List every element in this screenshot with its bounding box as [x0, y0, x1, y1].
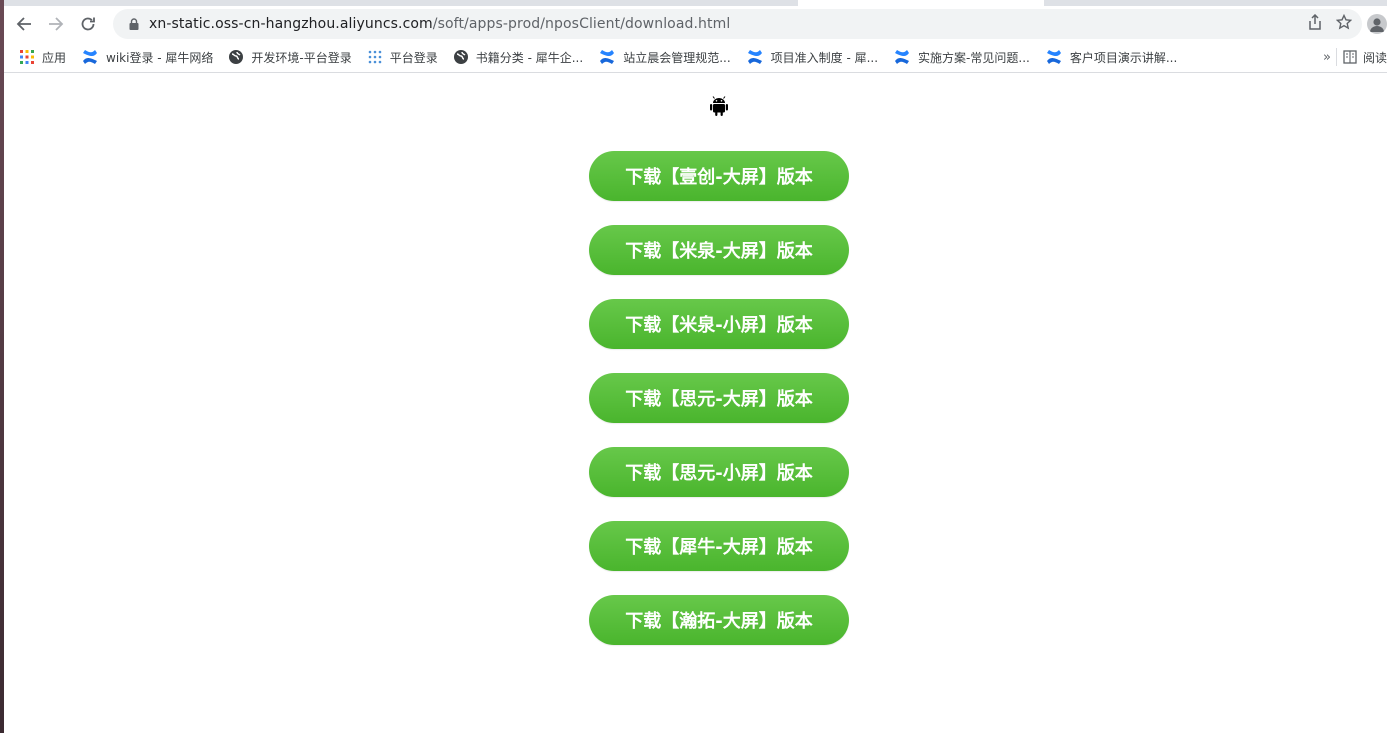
bookmark-label: 书籍分类 - 犀牛企... [475, 50, 584, 65]
reload-icon [81, 17, 95, 31]
bookmarks-separator [1336, 48, 1337, 66]
confluence-icon [599, 49, 615, 65]
bookmark-apps[interactable]: 应用 [12, 45, 74, 69]
download-button-xiniu-large[interactable]: 下载【犀牛-大屏】版本 [589, 521, 849, 571]
bookmark-label: 平台登录 [389, 50, 438, 65]
arrow-right-icon [49, 17, 64, 31]
back-button[interactable] [8, 8, 40, 40]
bookmark-book-categories[interactable]: 书籍分类 - 犀牛企... [446, 45, 591, 69]
confluence-icon [1046, 49, 1062, 65]
bookmark-label: 应用 [42, 50, 67, 65]
download-button-siyuan-large[interactable]: 下载【思元-大屏】版本 [589, 373, 849, 423]
profile-avatar-icon[interactable] [1367, 14, 1387, 34]
bookmark-standup-rules[interactable]: 站立晨会管理规范... [591, 45, 738, 69]
address-bar[interactable]: xn-static.oss-cn-hangzhou.aliyuncs.com/s… [113, 9, 1362, 39]
confluence-icon [894, 49, 910, 65]
globe-icon [453, 50, 468, 64]
bookmark-platform-login[interactable]: 平台登录 [360, 45, 446, 69]
confluence-icon [82, 49, 98, 65]
bookmark-star-icon[interactable] [1335, 13, 1353, 34]
reading-list-button[interactable]: 阅读 [1343, 45, 1387, 69]
forward-button[interactable] [40, 8, 72, 40]
bookmark-label: wiki登录 - 犀牛网络 [106, 50, 214, 65]
download-button-siyuan-small[interactable]: 下载【思元-小屏】版本 [589, 447, 849, 497]
download-button-hantuo-large[interactable]: 下载【瀚拓-大屏】版本 [589, 595, 849, 645]
bookmark-wiki-login[interactable]: wiki登录 - 犀牛网络 [74, 45, 221, 69]
dots-grid-icon [368, 50, 382, 64]
confluence-icon [747, 49, 763, 65]
download-button-miquan-large[interactable]: 下载【米泉-大屏】版本 [589, 225, 849, 275]
url-path: /soft/apps-prod/nposClient/download.html [432, 16, 731, 32]
download-button-miquan-small[interactable]: 下载【米泉-小屏】版本 [589, 299, 849, 349]
bookmark-implementation-faq[interactable]: 实施方案-常见问题... [886, 45, 1038, 69]
bookmark-client-demo[interactable]: 客户项目演示讲解... [1038, 45, 1185, 69]
bookmark-label: 开发环境-平台登录 [251, 50, 352, 65]
page-content: 下载【壹创-大屏】版本 下载【米泉-大屏】版本 下载【米泉-小屏】版本 下载【思… [4, 73, 1387, 733]
bookmark-label: 站立晨会管理规范... [623, 50, 731, 65]
bookmark-label: 项目准入制度 - 犀... [770, 50, 879, 65]
bookmark-label: 客户项目演示讲解... [1069, 50, 1178, 65]
reload-button[interactable] [72, 8, 104, 40]
reading-list-icon [1343, 50, 1357, 64]
android-icon [709, 95, 729, 117]
reading-list-label: 阅读 [1362, 50, 1387, 65]
url-host: xn-static.oss-cn-hangzhou.aliyuncs.com [149, 16, 433, 32]
bookmark-project-admission[interactable]: 项目准入制度 - 犀... [739, 45, 886, 69]
bookmark-label: 实施方案-常见问题... [918, 50, 1030, 65]
bookmarks-bar: 应用 wiki登录 - 犀牛网络 开发环境-平台登录 平台登录 书籍分类 - 犀… [4, 42, 1387, 73]
bookmark-dev-env-login[interactable]: 开发环境-平台登录 [221, 45, 359, 69]
apps-grid-icon [20, 50, 34, 64]
globe-icon [229, 50, 244, 64]
bookmarks-overflow-button[interactable]: » [1323, 45, 1331, 69]
download-button-yichuang-large[interactable]: 下载【壹创-大屏】版本 [589, 151, 849, 201]
arrow-left-icon [16, 17, 31, 31]
browser-toolbar: xn-static.oss-cn-hangzhou.aliyuncs.com/s… [4, 6, 1387, 42]
lock-icon [119, 18, 149, 30]
share-icon[interactable] [1308, 13, 1322, 34]
